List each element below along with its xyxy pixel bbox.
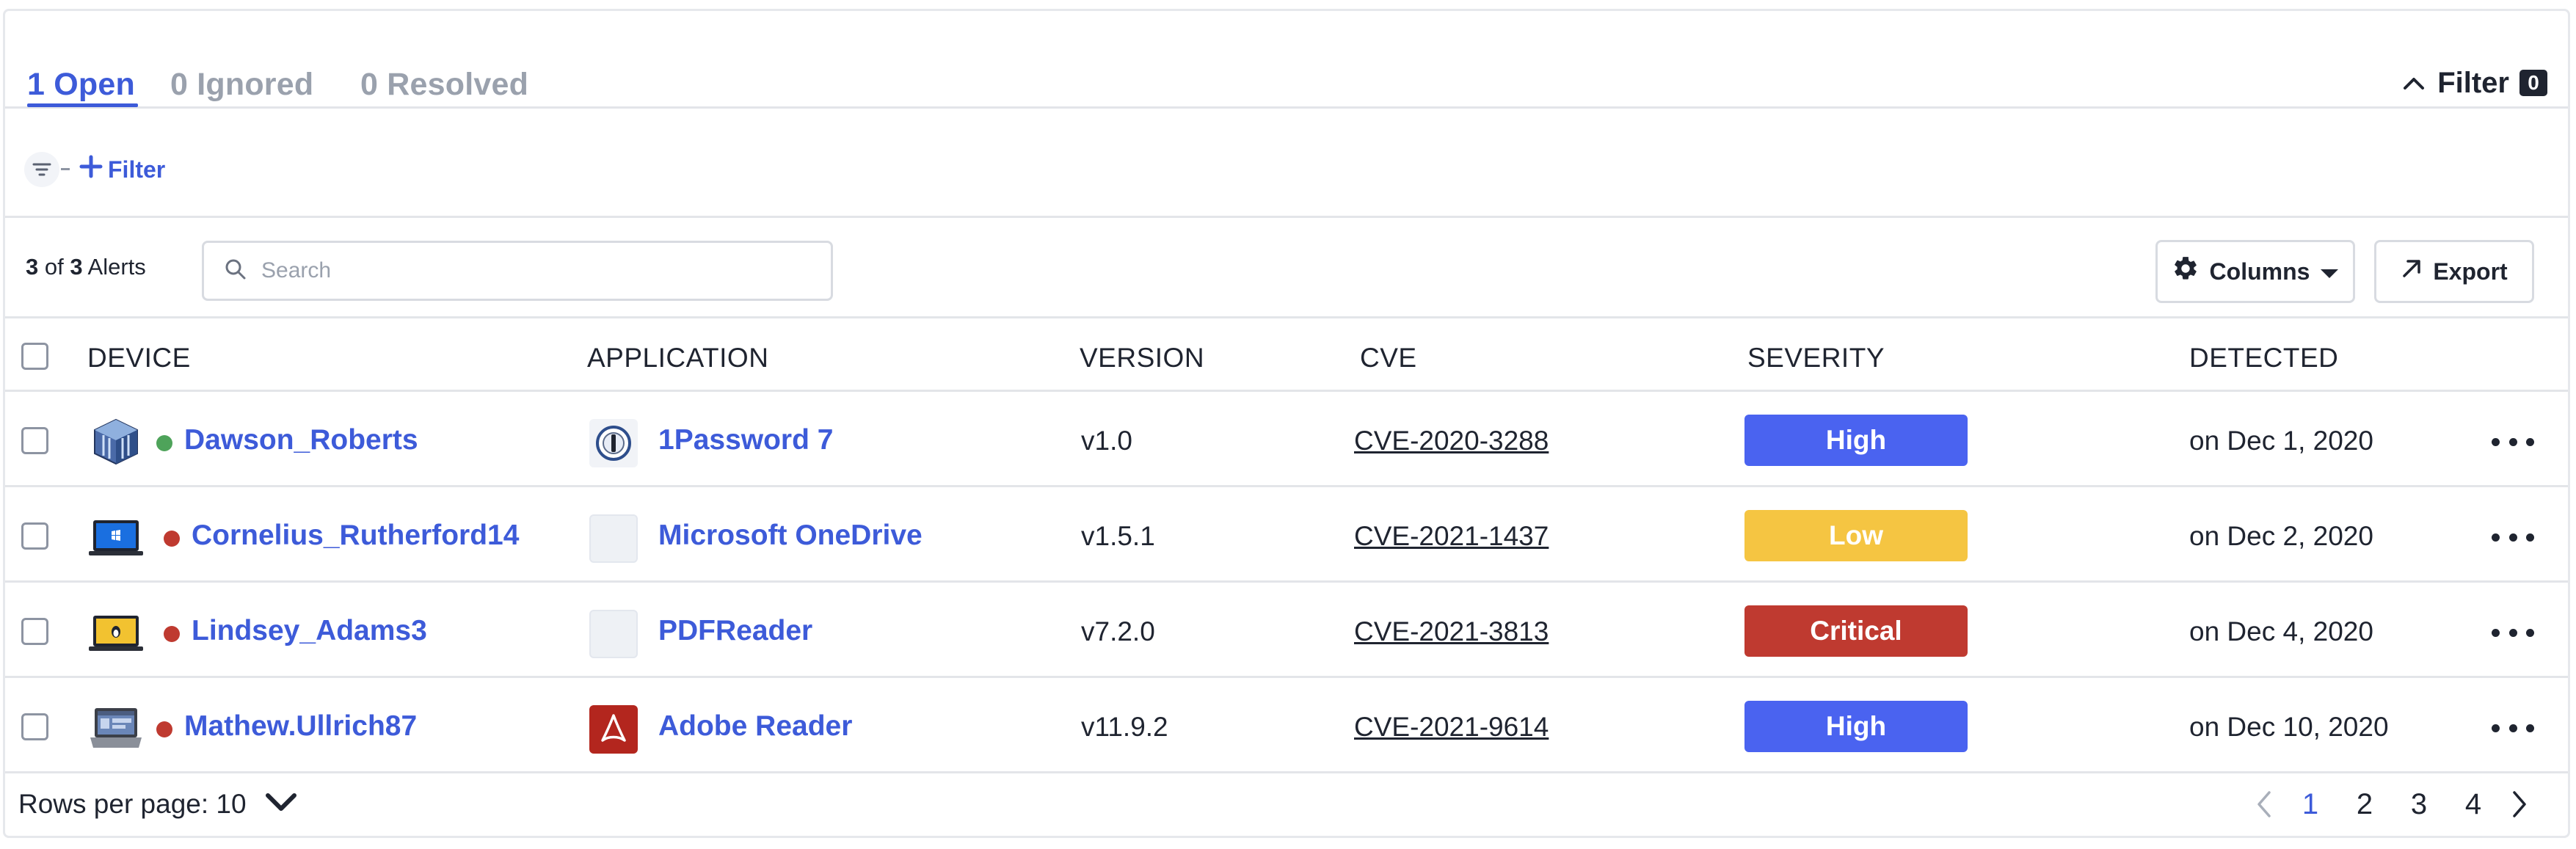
application-link[interactable]: Microsoft OneDrive (658, 520, 923, 552)
detected-date: on Dec 4, 2020 (2189, 616, 2373, 646)
status-offline-dot (164, 626, 180, 642)
version-text: v7.2.0 (1081, 616, 1155, 646)
cve-link[interactable]: CVE-2021-3813 (1354, 616, 1549, 647)
status-online-dot (156, 435, 172, 451)
filter-toggle-button[interactable]: Filter 0 (2401, 64, 2547, 102)
select-all-checkbox[interactable] (21, 343, 48, 370)
status-tabs: 1 Open 0 Ignored 0 Resolved Filter 0 (5, 11, 2568, 109)
cve-link[interactable]: CVE-2020-3288 (1354, 426, 1549, 456)
device-link[interactable]: Lindsey_Adams3 (192, 615, 427, 647)
severity-badge: Low (1744, 510, 1968, 561)
table-footer: Rows per page: 10 1 2 3 4 (5, 765, 2568, 836)
row-checkbox[interactable] (21, 618, 48, 645)
pagination: 1 2 3 4 (2245, 784, 2539, 824)
filter-count-badge: 0 (2519, 70, 2547, 96)
add-filter-button[interactable]: Filter (79, 152, 165, 187)
page-1-button[interactable]: 1 (2283, 784, 2337, 824)
placeholder-app-icon (589, 610, 638, 658)
application-link[interactable]: Adobe Reader (658, 710, 852, 743)
device-link[interactable]: Cornelius_Rutherford14 (192, 520, 519, 552)
columns-label: Columns (2209, 258, 2310, 285)
search-icon (225, 258, 247, 284)
windows-laptop-icon (87, 513, 145, 561)
status-offline-dot (156, 721, 172, 737)
more-actions-icon[interactable] (2492, 519, 2534, 555)
filter-toggle-label: Filter (2437, 66, 2509, 99)
chevron-down-icon (264, 789, 298, 820)
row-checkbox[interactable] (21, 713, 48, 740)
table-row[interactable]: Cornelius_Rutherford14 Microsoft OneDriv… (5, 489, 2568, 583)
columns-button[interactable]: Columns (2155, 240, 2355, 303)
page-3-button[interactable]: 3 (2392, 784, 2446, 824)
header-cve[interactable]: CVE (1360, 343, 1417, 374)
more-actions-icon[interactable] (2492, 423, 2534, 460)
filter-lines-icon[interactable] (24, 152, 59, 187)
severity-badge: High (1744, 701, 1968, 752)
application-link[interactable]: PDFReader (658, 615, 812, 647)
tab-resolved[interactable]: 0 Resolved (360, 67, 528, 103)
alert-count-shown: 3 (26, 254, 39, 280)
arrow-up-right-icon (2401, 258, 2423, 285)
search-box[interactable] (202, 241, 833, 301)
alerts-panel: 1 Open 0 Ignored 0 Resolved Filter 0 Fil… (3, 9, 2570, 838)
header-severity[interactable]: SEVERITY (1747, 343, 1885, 374)
alert-count-label: Alerts (87, 254, 146, 280)
alert-count: 3 of 3 Alerts (26, 254, 146, 280)
export-label: Export (2433, 258, 2508, 285)
page-4-button[interactable]: 4 (2446, 784, 2500, 824)
header-device[interactable]: DEVICE (87, 343, 191, 374)
severity-badge: High (1744, 415, 1968, 466)
search-input[interactable] (261, 258, 819, 283)
severity-badge: Critical (1744, 605, 1968, 657)
more-actions-icon[interactable] (2492, 614, 2534, 651)
version-text: v11.9.2 (1081, 712, 1168, 742)
page-2-button[interactable]: 2 (2337, 784, 2392, 824)
rows-per-page-label: Rows per page: 10 (18, 789, 247, 819)
filter-builder: Filter (5, 111, 2568, 218)
table-header: DEVICE APPLICATION VERSION CVE SEVERITY … (5, 321, 2568, 392)
header-detected[interactable]: DETECTED (2189, 343, 2338, 374)
caret-down-icon (2320, 258, 2339, 285)
1password-icon (589, 419, 638, 467)
table-row[interactable]: Mathew.Ullrich87 Adobe Reader v11.9.2 CV… (5, 680, 2568, 773)
virtualbox-cube-icon (87, 418, 145, 466)
device-link[interactable]: Dawson_Roberts (184, 424, 418, 456)
alert-count-of: of (44, 254, 64, 280)
previous-page-icon[interactable] (2245, 784, 2283, 824)
detected-date: on Dec 2, 2020 (2189, 521, 2373, 551)
device-link[interactable]: Mathew.Ullrich87 (184, 710, 417, 743)
next-page-icon[interactable] (2500, 784, 2539, 824)
header-version[interactable]: VERSION (1080, 343, 1204, 374)
tab-ignored[interactable]: 0 Ignored (170, 67, 313, 103)
version-text: v1.5.1 (1081, 521, 1155, 551)
adobe-reader-icon (589, 705, 638, 754)
chevron-up-icon (2401, 70, 2427, 96)
application-link[interactable]: 1Password 7 (658, 424, 833, 456)
filter-connector (61, 168, 70, 170)
export-button[interactable]: Export (2374, 240, 2534, 303)
macbook-icon (87, 704, 145, 752)
more-actions-icon[interactable] (2492, 710, 2534, 746)
row-checkbox[interactable] (21, 427, 48, 454)
gear-icon (2172, 255, 2200, 288)
plus-icon (79, 154, 103, 185)
table-toolbar: 3 of 3 Alerts Columns Export (5, 220, 2568, 318)
cve-link[interactable]: CVE-2021-9614 (1354, 712, 1549, 743)
active-tab-indicator (27, 103, 138, 107)
add-filter-label: Filter (108, 156, 166, 183)
linux-laptop-icon (87, 608, 145, 657)
table-row[interactable]: Dawson_Roberts 1Password 7 v1.0 CVE-2020… (5, 394, 2568, 487)
row-checkbox[interactable] (21, 522, 48, 550)
table-row[interactable]: Lindsey_Adams3 PDFReader v7.2.0 CVE-2021… (5, 585, 2568, 678)
header-application[interactable]: APPLICATION (587, 343, 768, 374)
status-offline-dot (164, 531, 180, 547)
alert-count-total: 3 (70, 254, 83, 280)
detected-date: on Dec 10, 2020 (2189, 712, 2389, 742)
version-text: v1.0 (1081, 426, 1132, 456)
tab-open[interactable]: 1 Open (27, 67, 135, 103)
rows-per-page-select[interactable]: Rows per page: 10 (18, 787, 298, 821)
detected-date: on Dec 1, 2020 (2189, 426, 2373, 456)
cve-link[interactable]: CVE-2021-1437 (1354, 521, 1549, 552)
placeholder-app-icon (589, 514, 638, 563)
